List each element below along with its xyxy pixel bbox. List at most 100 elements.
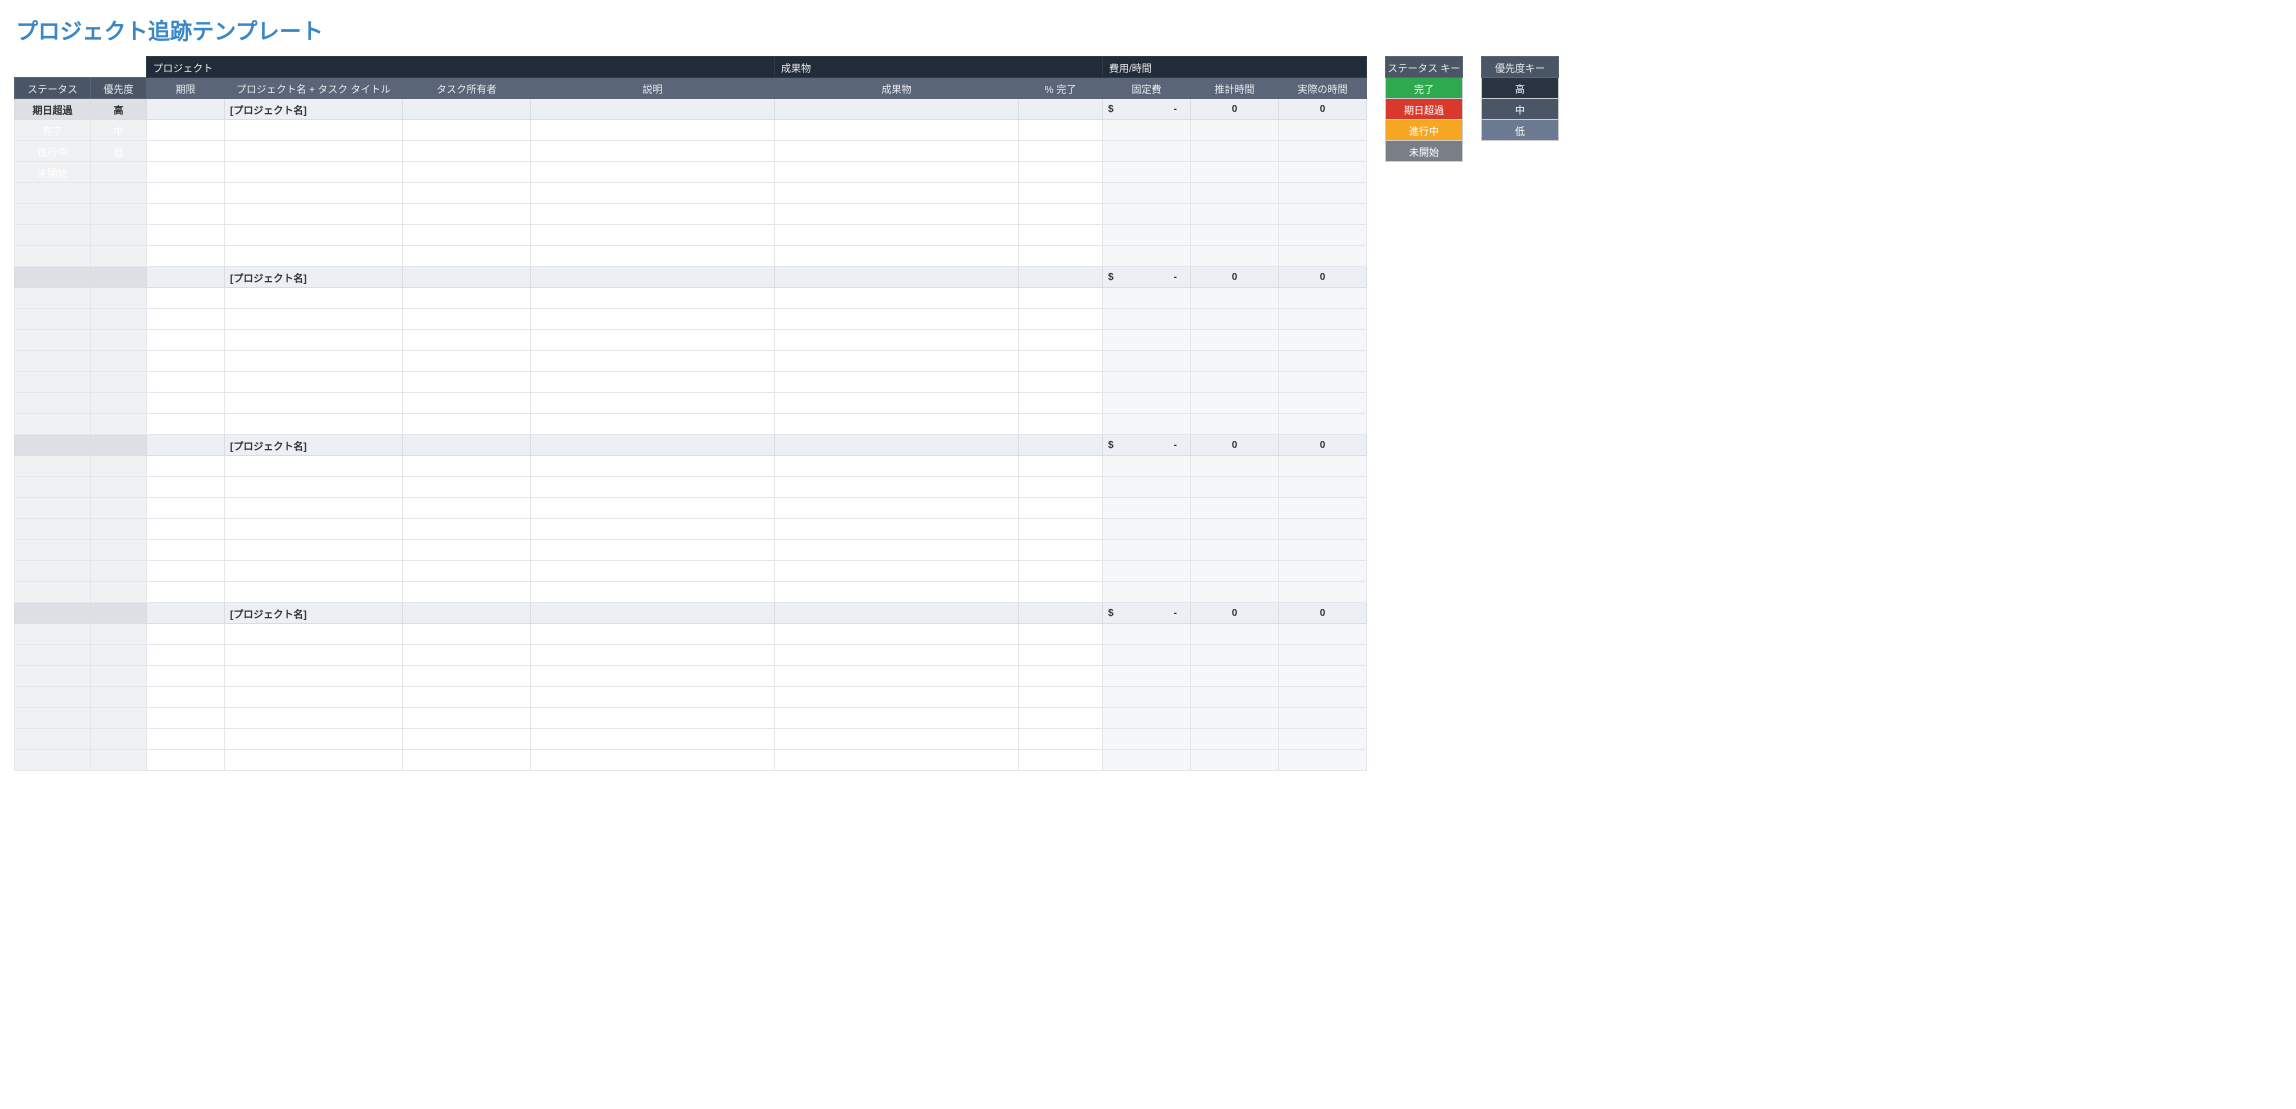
task-owner-cell[interactable] xyxy=(403,498,531,519)
task-deadline-cell[interactable] xyxy=(147,204,225,225)
task-deadline-cell[interactable] xyxy=(147,120,225,141)
task-title-cell[interactable] xyxy=(225,687,403,708)
task-desc-cell[interactable] xyxy=(531,372,775,393)
task-title-cell[interactable] xyxy=(225,183,403,204)
task-desc-cell[interactable] xyxy=(531,120,775,141)
task-desc-cell[interactable] xyxy=(531,519,775,540)
task-owner-cell[interactable] xyxy=(403,330,531,351)
task-cost-cell[interactable] xyxy=(1103,729,1191,750)
task-pct-cell[interactable] xyxy=(1019,141,1103,162)
task-pct-cell[interactable] xyxy=(1019,498,1103,519)
task-est-cell[interactable] xyxy=(1191,582,1279,603)
task-priority-cell[interactable] xyxy=(91,477,147,498)
task-title-cell[interactable] xyxy=(225,498,403,519)
task-status-cell[interactable] xyxy=(15,624,91,645)
task-deliv-cell[interactable] xyxy=(775,372,1019,393)
task-title-cell[interactable] xyxy=(225,456,403,477)
task-cost-cell[interactable] xyxy=(1103,183,1191,204)
task-deliv-cell[interactable] xyxy=(775,624,1019,645)
task-deadline-cell[interactable] xyxy=(147,351,225,372)
task-pct-cell[interactable] xyxy=(1019,477,1103,498)
task-cost-cell[interactable] xyxy=(1103,645,1191,666)
task-title-cell[interactable] xyxy=(225,561,403,582)
task-owner-cell[interactable] xyxy=(403,246,531,267)
task-act-cell[interactable] xyxy=(1279,687,1367,708)
task-priority-cell[interactable] xyxy=(91,393,147,414)
task-desc-cell[interactable] xyxy=(531,141,775,162)
task-cost-cell[interactable] xyxy=(1103,561,1191,582)
task-owner-cell[interactable] xyxy=(403,204,531,225)
task-cost-cell[interactable] xyxy=(1103,351,1191,372)
task-cost-cell[interactable] xyxy=(1103,456,1191,477)
task-est-cell[interactable] xyxy=(1191,540,1279,561)
section-deliv-cell[interactable] xyxy=(775,267,1019,288)
task-pct-cell[interactable] xyxy=(1019,120,1103,141)
task-owner-cell[interactable] xyxy=(403,687,531,708)
task-pct-cell[interactable] xyxy=(1019,288,1103,309)
task-title-cell[interactable] xyxy=(225,519,403,540)
task-est-cell[interactable] xyxy=(1191,141,1279,162)
task-owner-cell[interactable] xyxy=(403,141,531,162)
task-deliv-cell[interactable] xyxy=(775,519,1019,540)
task-est-cell[interactable] xyxy=(1191,330,1279,351)
task-title-cell[interactable] xyxy=(225,120,403,141)
task-pct-cell[interactable] xyxy=(1019,204,1103,225)
task-cost-cell[interactable] xyxy=(1103,540,1191,561)
task-priority-cell[interactable] xyxy=(91,330,147,351)
task-deliv-cell[interactable] xyxy=(775,498,1019,519)
task-title-cell[interactable] xyxy=(225,141,403,162)
task-owner-cell[interactable] xyxy=(403,162,531,183)
task-deadline-cell[interactable] xyxy=(147,540,225,561)
task-est-cell[interactable] xyxy=(1191,120,1279,141)
task-owner-cell[interactable] xyxy=(403,372,531,393)
section-owner-cell[interactable] xyxy=(403,435,531,456)
task-act-cell[interactable] xyxy=(1279,540,1367,561)
task-priority-cell[interactable] xyxy=(91,624,147,645)
task-desc-cell[interactable] xyxy=(531,687,775,708)
task-cost-cell[interactable] xyxy=(1103,582,1191,603)
task-priority-cell[interactable] xyxy=(91,561,147,582)
task-title-cell[interactable] xyxy=(225,540,403,561)
section-desc-cell[interactable] xyxy=(531,603,775,624)
section-cost-cell[interactable]: $- xyxy=(1103,99,1191,120)
task-owner-cell[interactable] xyxy=(403,582,531,603)
task-pct-cell[interactable] xyxy=(1019,645,1103,666)
task-pct-cell[interactable] xyxy=(1019,687,1103,708)
task-cost-cell[interactable] xyxy=(1103,477,1191,498)
task-cost-cell[interactable] xyxy=(1103,708,1191,729)
task-pct-cell[interactable] xyxy=(1019,624,1103,645)
task-cost-cell[interactable] xyxy=(1103,330,1191,351)
task-pct-cell[interactable] xyxy=(1019,393,1103,414)
task-deadline-cell[interactable] xyxy=(147,645,225,666)
task-deadline-cell[interactable] xyxy=(147,687,225,708)
task-priority-cell[interactable] xyxy=(91,540,147,561)
section-est-cell[interactable]: 0 xyxy=(1191,267,1279,288)
task-deliv-cell[interactable] xyxy=(775,645,1019,666)
task-est-cell[interactable] xyxy=(1191,687,1279,708)
task-cost-cell[interactable] xyxy=(1103,498,1191,519)
section-desc-cell[interactable] xyxy=(531,267,775,288)
section-desc-cell[interactable] xyxy=(531,435,775,456)
task-status-cell[interactable] xyxy=(15,666,91,687)
task-title-cell[interactable] xyxy=(225,666,403,687)
section-status-cell[interactable] xyxy=(15,435,91,456)
section-cost-cell[interactable]: $- xyxy=(1103,603,1191,624)
section-desc-cell[interactable] xyxy=(531,99,775,120)
task-deadline-cell[interactable] xyxy=(147,477,225,498)
task-deadline-cell[interactable] xyxy=(147,456,225,477)
task-deliv-cell[interactable] xyxy=(775,456,1019,477)
task-deliv-cell[interactable] xyxy=(775,540,1019,561)
task-priority-cell[interactable] xyxy=(91,372,147,393)
task-status-cell[interactable] xyxy=(15,477,91,498)
task-pct-cell[interactable] xyxy=(1019,351,1103,372)
task-act-cell[interactable] xyxy=(1279,561,1367,582)
task-est-cell[interactable] xyxy=(1191,393,1279,414)
task-est-cell[interactable] xyxy=(1191,246,1279,267)
task-deliv-cell[interactable] xyxy=(775,561,1019,582)
task-deadline-cell[interactable] xyxy=(147,582,225,603)
task-est-cell[interactable] xyxy=(1191,708,1279,729)
task-priority-cell[interactable] xyxy=(91,645,147,666)
task-cost-cell[interactable] xyxy=(1103,246,1191,267)
task-deadline-cell[interactable] xyxy=(147,624,225,645)
task-cost-cell[interactable] xyxy=(1103,162,1191,183)
